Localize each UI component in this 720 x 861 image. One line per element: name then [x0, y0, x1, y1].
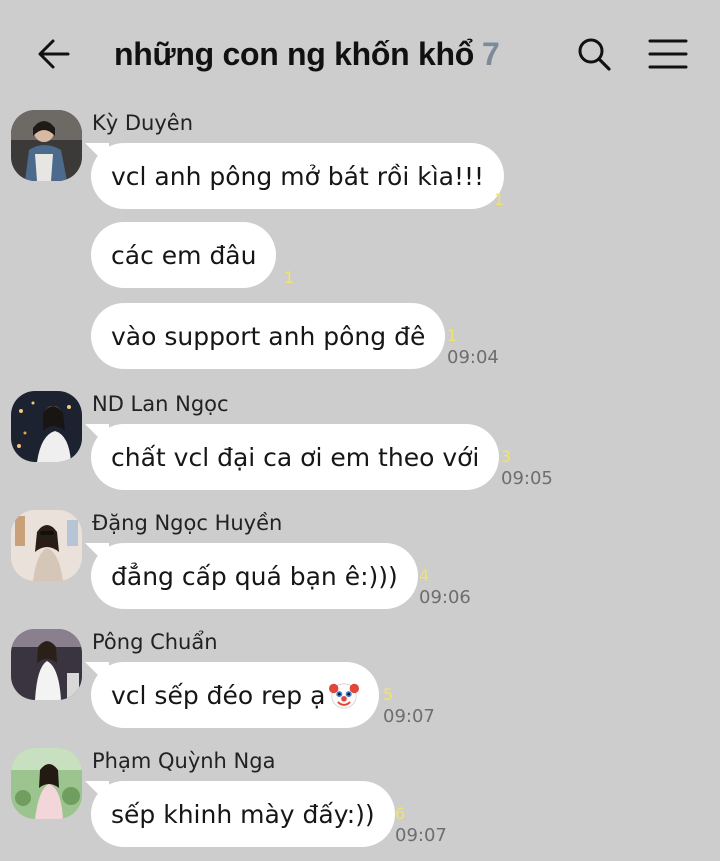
avatar[interactable]: [11, 748, 82, 819]
message-bubble[interactable]: các em đâu: [91, 222, 277, 288]
message-time: 09:07: [395, 825, 447, 846]
unread-count: 4: [419, 566, 430, 585]
message-time: 09:07: [383, 706, 435, 727]
hamburger-menu-icon: [648, 39, 688, 69]
search-button[interactable]: [570, 30, 618, 78]
sender-name: Đặng Ngọc Huyền: [92, 511, 283, 535]
menu-button[interactable]: [644, 30, 692, 78]
message-text: các em đâu: [111, 240, 257, 270]
avatar[interactable]: [11, 629, 82, 700]
message-text: đẳng cấp quá bạn ê:))): [111, 561, 398, 591]
search-icon: [578, 38, 611, 71]
sender-name: Phạm Quỳnh Nga: [92, 749, 276, 773]
message-text: chất vcl đại ca ơi em theo với: [111, 442, 480, 472]
message-time: 09:06: [419, 587, 471, 608]
unread-count: 3: [501, 447, 512, 466]
unread-count: 1: [447, 326, 458, 345]
message-bubble[interactable]: sếp khinh mày đấy:)): [91, 781, 395, 847]
group-name: những con ng khốn khổ: [114, 35, 474, 72]
chat-header: những con ng khốn khổ 7: [0, 0, 720, 104]
avatar[interactable]: [11, 110, 82, 181]
back-button[interactable]: [30, 30, 78, 78]
message-text: vào support anh pông đê: [111, 321, 426, 351]
sender-name: Pông Chuẩn: [92, 630, 218, 654]
sender-name: Kỳ Duyên: [92, 111, 194, 135]
chat-title-area[interactable]: những con ng khốn khổ 7: [114, 30, 500, 78]
message-bubble[interactable]: vào support anh pông đê: [91, 303, 446, 369]
message-text: sếp khinh mày đấy:)): [111, 799, 375, 829]
message-time: 09:04: [447, 347, 499, 368]
message-text: vcl anh pông mở bát rồi kìa!!!: [111, 161, 485, 191]
message-time: 09:05: [501, 468, 553, 489]
arrow-left-icon: [38, 39, 70, 69]
message-bubble[interactable]: vcl anh pông mở bát rồi kìa!!!: [91, 143, 505, 209]
unread-count: 1: [494, 190, 505, 209]
clown-face-icon: [329, 683, 360, 709]
message-text: vcl sếp đéo rep ạ: [111, 680, 326, 710]
message-bubble[interactable]: vcl sếp đéo rep ạ: [91, 662, 380, 728]
avatar[interactable]: [11, 391, 82, 462]
message-bubble[interactable]: đẳng cấp quá bạn ê:))): [91, 543, 418, 609]
unread-count: 6: [395, 804, 406, 823]
unread-count: 1: [284, 268, 295, 287]
avatar[interactable]: [11, 510, 82, 581]
message-bubble[interactable]: chất vcl đại ca ơi em theo với: [91, 424, 500, 490]
unread-count: 5: [383, 685, 394, 704]
sender-name: ND Lan Ngọc: [92, 392, 229, 416]
member-count: 7: [481, 35, 500, 72]
